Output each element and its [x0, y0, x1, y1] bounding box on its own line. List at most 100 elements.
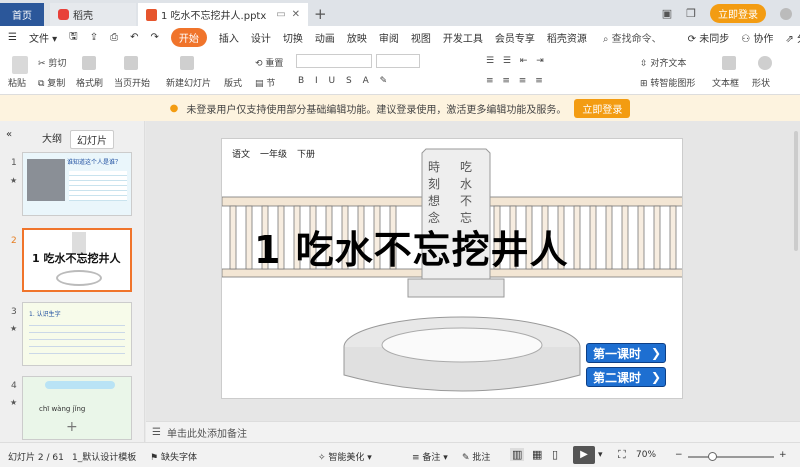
- menu-slideshow[interactable]: 放映: [341, 30, 373, 45]
- collapse-panel-icon[interactable]: «: [6, 129, 12, 140]
- hamburger-menu-icon[interactable]: ☰: [0, 32, 23, 43]
- notes-toggle-label: 备注: [422, 453, 441, 463]
- sync-status[interactable]: ⟳ 未同步: [682, 30, 736, 45]
- menu-review[interactable]: 审阅: [373, 30, 405, 45]
- new-slide-icon[interactable]: [180, 56, 194, 70]
- copy-button[interactable]: ⧉ 复制: [38, 76, 65, 89]
- tab-home[interactable]: 首页: [0, 3, 44, 26]
- tab-presentation-file[interactable]: 1 吃水不忘挖井人.pptx ▭ ✕: [138, 3, 308, 26]
- cut-button[interactable]: ✂ 剪切: [38, 56, 66, 69]
- cube-icon[interactable]: ❒: [686, 7, 696, 20]
- tab-daoke[interactable]: 稻壳: [50, 3, 136, 26]
- slide-panel: « 大纲 幻灯片 1 ★ 谁知道这个人是谁？ 2 1 吃水不忘挖井人 3 ★ 1…: [0, 121, 145, 442]
- lesson-1-button[interactable]: 第一课时 ❯: [586, 343, 666, 363]
- font-size-select[interactable]: [376, 54, 420, 68]
- undo-icon[interactable]: ↶: [124, 32, 144, 43]
- menu-docer[interactable]: 稻壳资源: [541, 30, 593, 45]
- save-icon[interactable]: 🖫: [63, 29, 84, 46]
- menu-transition[interactable]: 切换: [277, 30, 309, 45]
- user-avatar-icon[interactable]: [780, 7, 792, 20]
- menu-view[interactable]: 视图: [405, 30, 437, 45]
- monitor-icon[interactable]: ▭: [276, 9, 285, 20]
- animation-star-icon: ★: [10, 324, 18, 333]
- close-tab-icon[interactable]: ✕: [292, 9, 300, 20]
- paste-icon[interactable]: [12, 56, 28, 74]
- zoom-in-button[interactable]: +: [779, 450, 787, 460]
- fit-window-icon[interactable]: ⛶: [618, 448, 626, 462]
- reset-button[interactable]: ⟲ 重置: [255, 56, 283, 69]
- sync-label: 未同步: [699, 33, 730, 45]
- alignment-buttons[interactable]: ≡ ≡ ≡ ≡: [486, 76, 546, 86]
- format-painter-button[interactable]: 格式刷: [76, 76, 103, 89]
- slide-position: 幻灯片 2 / 61: [8, 453, 64, 463]
- share-button[interactable]: ⇗ 分享: [779, 30, 800, 45]
- notes-pane[interactable]: ☰ 单击此处添加备注: [146, 421, 800, 442]
- missing-font-button[interactable]: ⚑ 缺失字体: [150, 450, 197, 463]
- shape-button[interactable]: 形状: [752, 76, 770, 89]
- print-icon[interactable]: ⎙: [104, 32, 124, 43]
- collab-button[interactable]: ⚇ 协作: [735, 30, 779, 45]
- section-button[interactable]: ▤ 节: [255, 76, 275, 89]
- slide-thumbnail-1[interactable]: 谁知道这个人是谁？: [22, 152, 132, 216]
- paragraph-buttons[interactable]: ☰ ☰ ⇤ ⇥: [486, 56, 547, 66]
- font-family-select[interactable]: [296, 54, 372, 68]
- menu-start[interactable]: 开始: [170, 27, 207, 47]
- tab-outline[interactable]: 大纲: [42, 130, 62, 145]
- menu-file[interactable]: 文件 ▾: [23, 30, 63, 45]
- login-button[interactable]: 立即登录: [710, 4, 766, 23]
- menu-member[interactable]: 会员专享: [489, 30, 541, 45]
- slideshow-options-icon[interactable]: ▾: [598, 450, 603, 460]
- tablet-inscription-right: 吃水不忘: [460, 160, 473, 225]
- zoom-out-button[interactable]: −: [675, 450, 683, 460]
- menu-design[interactable]: 设计: [245, 30, 277, 45]
- thumb-1-lines: [69, 171, 127, 201]
- format-painter-icon[interactable]: [82, 56, 96, 70]
- from-current-button[interactable]: 当页开始: [114, 76, 150, 89]
- menu-file-label: 文件: [28, 33, 49, 45]
- slide-header: 语文 一年级 下册: [232, 147, 315, 160]
- lesson-2-button[interactable]: 第二课时 ❯: [586, 367, 666, 387]
- textbox-icon[interactable]: [722, 56, 736, 70]
- tab-slides[interactable]: 幻灯片: [70, 130, 114, 149]
- align-text-button[interactable]: ⇳ 对齐文本: [640, 56, 686, 69]
- comments-button[interactable]: ✎ 批注: [462, 450, 490, 463]
- beautify-button[interactable]: ✧ 智能美化 ▾: [318, 450, 372, 463]
- notice-login-button[interactable]: 立即登录: [574, 98, 631, 118]
- menu-insert[interactable]: 插入: [213, 30, 245, 45]
- slide-number: 4: [11, 381, 17, 391]
- reading-view-icon[interactable]: ▯: [552, 448, 558, 461]
- slide-sorter-icon[interactable]: ▦: [532, 448, 542, 461]
- slide-title[interactable]: 1 吃水不忘挖井人: [254, 219, 569, 274]
- slide-thumbnail-3[interactable]: 1. 认识生字: [22, 302, 132, 366]
- textbox-button[interactable]: 文本框: [712, 76, 739, 89]
- zoom-slider[interactable]: [688, 456, 774, 458]
- menu-animation[interactable]: 动画: [309, 30, 341, 45]
- play-from-current-icon[interactable]: [124, 56, 138, 70]
- redo-icon[interactable]: ↷: [144, 32, 164, 43]
- play-slideshow-button[interactable]: ▶: [573, 446, 595, 464]
- cut-label: 剪切: [48, 59, 67, 69]
- zoom-level[interactable]: 70%: [636, 450, 656, 460]
- font-style-buttons[interactable]: B I U S A ✎: [298, 76, 391, 86]
- template-name[interactable]: 1_默认设计模板: [72, 450, 136, 463]
- zoom-slider-thumb[interactable]: [708, 452, 717, 461]
- paste-button[interactable]: 粘贴: [8, 76, 26, 89]
- new-slide-button[interactable]: 新建幻灯片: [166, 76, 211, 89]
- slide-subject: 语文: [232, 150, 251, 160]
- chevron-right-icon: ❯: [650, 370, 661, 384]
- layout-button[interactable]: 版式: [224, 76, 242, 89]
- current-slide[interactable]: 语文 一年级 下册 時刻想念 吃水不忘 1 吃水不忘挖井人 第一课时 ❯ 第二课时…: [221, 138, 683, 399]
- layout-icon[interactable]: ▣: [662, 7, 672, 20]
- search-command[interactable]: ⌕ 查找命令、: [597, 30, 668, 45]
- slide-number: 3: [11, 307, 17, 317]
- slide-thumbnail-2-selected[interactable]: 1 吃水不忘挖井人: [22, 228, 132, 292]
- menu-developer[interactable]: 开发工具: [437, 30, 489, 45]
- smartart-button[interactable]: ⊞ 转智能图形: [640, 76, 695, 89]
- normal-view-icon[interactable]: ▥: [510, 448, 525, 461]
- add-slide-plus-icon[interactable]: +: [66, 419, 78, 435]
- shape-icon[interactable]: [758, 56, 772, 70]
- new-tab-plus-icon[interactable]: +: [314, 5, 327, 23]
- vertical-scrollbar[interactable]: [794, 131, 798, 251]
- export-icon[interactable]: ⇪: [84, 32, 104, 43]
- notes-toggle-button[interactable]: ≡ 备注 ▾: [412, 450, 448, 463]
